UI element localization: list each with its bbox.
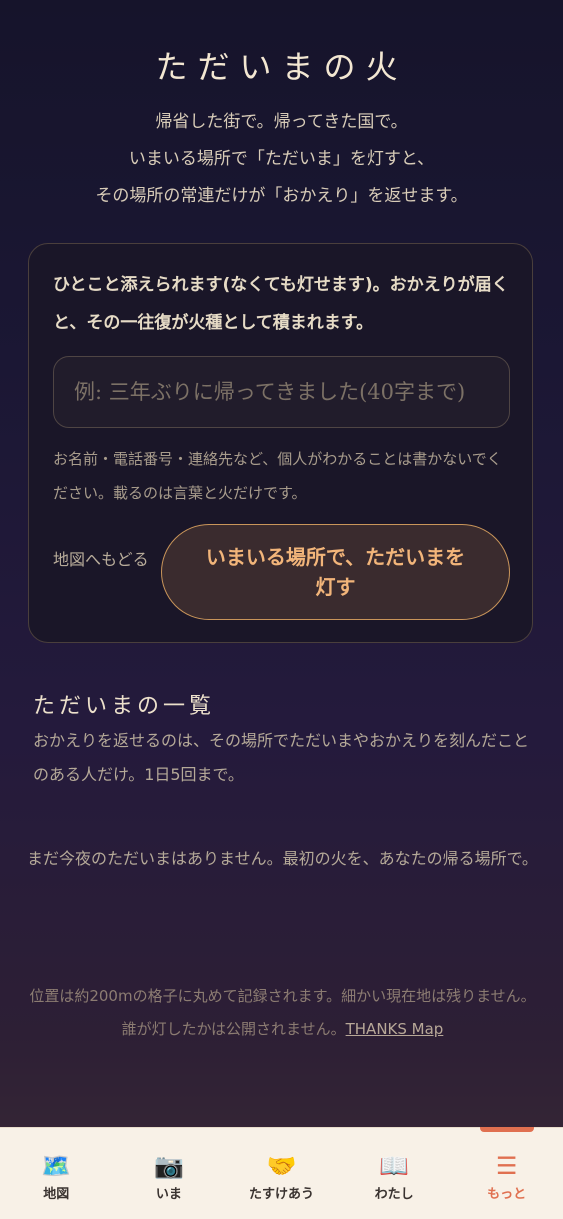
bottom-tab-bar: 🗺️ 地図 📷 いま 🤝 たすけあう 📖 わたし ☰ もっと [0,1127,563,1219]
tab-label: もっと [487,1187,527,1202]
menu-icon: ☰ [495,1152,518,1180]
tab-label: 地図 [43,1187,70,1202]
handshake-icon: 🤝 [266,1152,297,1180]
camera-icon: 📷 [153,1152,184,1180]
list-description: おかえりを返せるのは、その場所でただいまやおかえりを刻んだことのある人だけ。1日… [33,731,530,784]
privacy-notice: お名前・電話番号・連絡先など、個人がわかることは書かないでください。載るのは言葉… [53,450,502,502]
anonymity-line: 誰が灯したかは公開されません。THANKS Map [25,1013,540,1046]
page-title: ただいまの火 [155,48,408,86]
open-book-icon: 📖 [379,1152,410,1180]
message-input[interactable] [53,356,510,428]
tab-label: たすけあう [248,1187,314,1202]
back-to-map-link[interactable]: 地図へもどる [53,546,153,574]
form-description: ひとこと添えられます(なくても灯せます)。おかえりが届くと、その一往復が火種とし… [53,275,509,333]
anonymity-note: 誰が灯したかは公開されません。 [121,1020,346,1038]
thanks-map-link[interactable]: THANKS Map [346,1020,444,1038]
list-title: ただいまの一覧 [33,694,216,719]
empty-message: まだ今夜のただいまはありません。最初の火を、あなたの帰る場所で。 [27,849,538,868]
intro-line: その場所の常連だけが「おかえり」を返せます。 [95,186,468,206]
intro-text: 帰省した街で。帰ってきた国で。 いまいる場所で「ただいま」を灯すと、 その場所の… [0,104,563,215]
tab-more[interactable]: ☰ もっと [450,1128,563,1219]
tab-label: わたし [374,1187,414,1202]
tab-map[interactable]: 🗺️ 地図 [0,1128,113,1219]
intro-line: いまいる場所で「ただいま」を灯すと、 [128,149,435,169]
tab-label: いま [155,1187,182,1202]
tab-me[interactable]: 📖 わたし [338,1128,451,1219]
light-tadaima-button[interactable]: いまいる場所で、ただいまを灯す [161,524,510,620]
location-note: 位置は約200mの格子に丸めて記録されます。細かい現在地は残りません。 [29,987,536,1005]
tab-help[interactable]: 🤝 たすけあう [225,1128,338,1219]
intro-line: 帰省した街で。帰ってきた国で。 [155,112,408,132]
world-map-icon: 🗺️ [41,1152,72,1180]
footer-notes: 位置は約200mの格子に丸めて記録されます。細かい現在地は残りません。 誰が灯し… [25,980,540,1046]
tadaima-form-card: ひとこと添えられます(なくても灯せます)。おかえりが届くと、その一往復が火種とし… [28,243,533,643]
tab-now[interactable]: 📷 いま [113,1128,226,1219]
